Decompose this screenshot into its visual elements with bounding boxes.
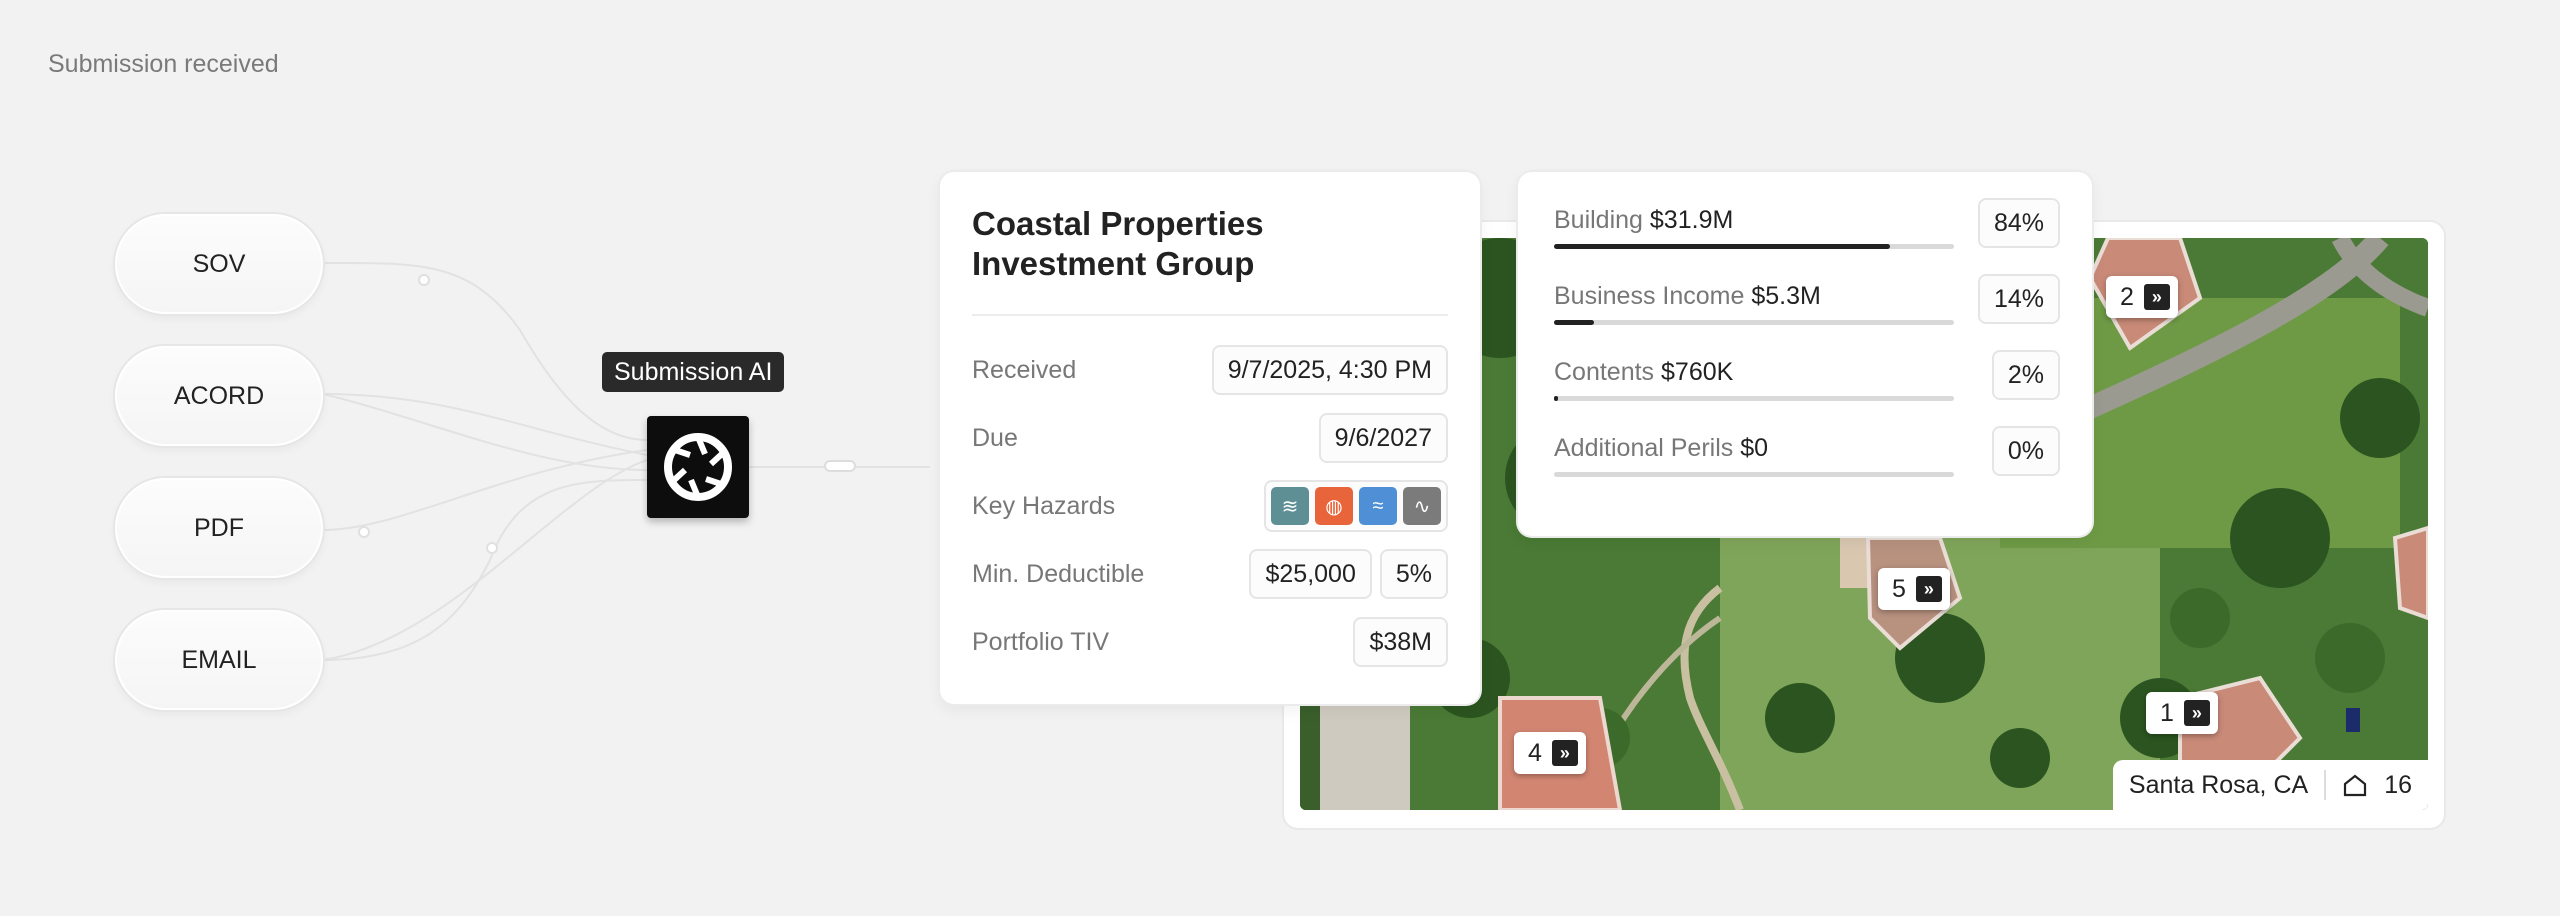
aperture-logo-icon <box>664 433 732 501</box>
submission-card: Coastal Properties Investment Group Rece… <box>940 172 1480 704</box>
home-icon <box>2344 774 2367 797</box>
deductible-percent: 5% <box>1379 549 1448 599</box>
percent-badge: 14% <box>1977 274 2060 324</box>
due-value: 9/6/2027 <box>1318 413 1448 463</box>
tiv-business-income-row: Business Income $5.3M 14% <box>1554 270 2060 346</box>
account-name: Coastal Properties Investment Group <box>972 205 1264 282</box>
fire-icon[interactable]: ◍ <box>1315 487 1353 525</box>
source-pdf[interactable]: PDF <box>115 478 323 578</box>
source-acord[interactable]: ACORD <box>115 346 323 446</box>
portfolio-tiv: $38M <box>1353 617 1448 667</box>
submission-ai-button[interactable] <box>647 416 749 518</box>
progress-bar <box>1554 244 1954 249</box>
map-pin-4[interactable]: 4» <box>1514 732 1586 774</box>
progress-bar <box>1554 396 1954 401</box>
percent-badge: 2% <box>1991 350 2060 400</box>
progress-bar <box>1554 472 1954 477</box>
map-pin-2[interactable]: 2» <box>2106 276 2178 318</box>
source-sov[interactable]: SOV <box>115 214 323 314</box>
source-email[interactable]: EMAIL <box>115 610 323 710</box>
chevron-right-icon: » <box>2183 700 2210 726</box>
hazards-row: Key Hazards ≋ ◍ ≈ ∿ <box>972 472 1448 540</box>
connector-port <box>824 460 856 472</box>
tiv-contents-row: Contents $760K 2% <box>1554 346 2060 422</box>
received-value: 9/7/2025, 4:30 PM <box>1211 345 1448 395</box>
map-pin-5[interactable]: 5» <box>1878 568 1950 610</box>
submission-ai-label: Submission AI <box>602 352 785 392</box>
chevron-right-icon: » <box>2143 284 2170 310</box>
tiv-additional-perils-row: Additional Perils $0 0% <box>1554 422 2060 498</box>
percent-badge: 84% <box>1977 198 2060 248</box>
wind-icon[interactable]: ≈ <box>1359 487 1397 525</box>
hazard-icons: ≋ ◍ ≈ ∿ <box>1264 480 1448 532</box>
location-summary: Santa Rosa, CA 16 <box>2112 760 2428 810</box>
tiv-breakdown-card: Building $31.9M 84% Business Income $5.3… <box>1518 172 2092 536</box>
location-name: Santa Rosa, CA <box>2128 770 2309 799</box>
tiv-building-row: Building $31.9M 84% <box>1554 194 2060 270</box>
progress-bar <box>1554 320 1954 325</box>
deductible-amount: $25,000 <box>1249 549 1372 599</box>
property-count: 16 <box>2384 770 2412 799</box>
map-pin-1[interactable]: 1» <box>2146 692 2218 734</box>
due-row: Due 9/6/2027 <box>972 404 1448 472</box>
chevron-right-icon: » <box>1551 740 1578 766</box>
tiv-row: Portfolio TIV $38M <box>972 608 1448 676</box>
earthquake-icon[interactable]: ∿ <box>1403 487 1441 525</box>
percent-badge: 0% <box>1991 426 2060 476</box>
flood-icon[interactable]: ≋ <box>1271 487 1309 525</box>
received-row: Received 9/7/2025, 4:30 PM <box>972 336 1448 404</box>
chevron-right-icon: » <box>1915 576 1942 602</box>
divider <box>2324 770 2327 800</box>
deductible-row: Min. Deductible $25,000 5% <box>972 540 1448 608</box>
divider <box>972 314 1448 316</box>
